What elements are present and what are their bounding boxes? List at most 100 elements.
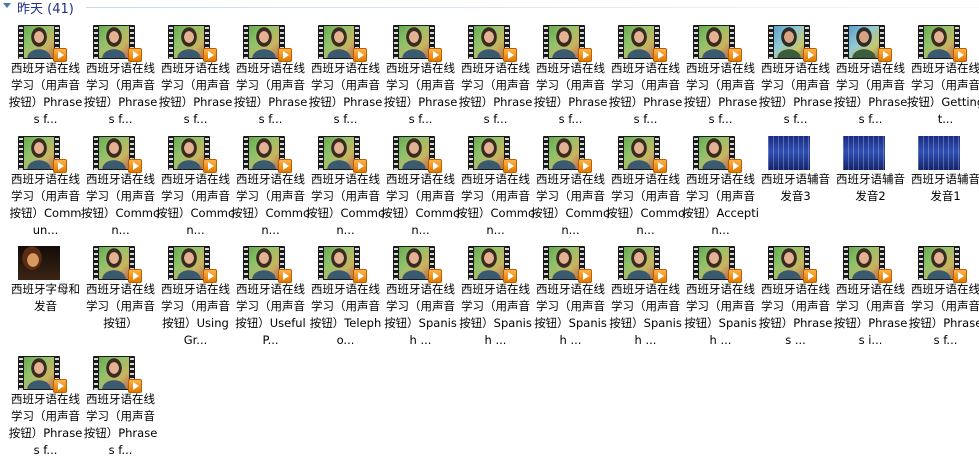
- film-strip-left: [844, 25, 848, 59]
- file-item[interactable]: 西班牙语在线学习（用声音按钮）Phrases f...: [8, 351, 83, 457]
- thumbnail-frame: [474, 247, 504, 279]
- file-item[interactable]: 西班牙语在线学习（用声音按钮）Common...: [306, 131, 385, 237]
- file-name: 西班牙语在线学习（用声音按钮）Phrases f...: [233, 61, 308, 126]
- film-strip-left: [919, 25, 923, 59]
- file-item[interactable]: 西班牙语在线学习（用声音按钮）Phrases f...: [608, 20, 683, 126]
- file-name: 西班牙语在线学习（用声音按钮）: [86, 282, 155, 330]
- file-name: 西班牙语在线学习（用声音按钮）Common...: [306, 172, 385, 237]
- file-name: 西班牙语在线学习（用声音按钮）Common...: [81, 172, 160, 237]
- file-item[interactable]: 西班牙语在线学习（用声音按钮）Common...: [531, 131, 610, 237]
- file-name: 西班牙语在线学习（用声音按钮）Getting t...: [906, 61, 979, 126]
- film-strip-left: [619, 246, 623, 280]
- film-strip-left: [319, 25, 323, 59]
- file-item[interactable]: 西班牙语在线学习（用声音按钮）Phrases f...: [233, 20, 308, 126]
- file-item[interactable]: 西班牙语辅音发音2: [833, 131, 908, 237]
- file-item[interactable]: 西班牙语辅音发音3: [758, 131, 833, 237]
- file-name: 西班牙语在线学习（用声音按钮）Common...: [231, 172, 310, 237]
- file-item[interactable]: 西班牙语在线学习（用声音按钮）Phrases f...: [458, 20, 533, 126]
- file-item[interactable]: 西班牙语在线学习（用声音按钮）Phrases i...: [833, 241, 908, 347]
- file-name: 西班牙语在线学习（用声音按钮）Phrases f...: [308, 61, 383, 126]
- thumbnail-frame: [474, 26, 504, 58]
- film-strip-left: [469, 25, 473, 59]
- film-strip-left: [469, 246, 473, 280]
- file-name: 西班牙语在线学习（用声音按钮）Spanish ...: [609, 282, 682, 347]
- file-name: 西班牙语在线学习（用声音按钮）Using Gr...: [161, 282, 230, 347]
- film-strip-left: [19, 356, 23, 390]
- file-item[interactable]: 西班牙字母和发音: [8, 241, 83, 347]
- film-strip-left: [769, 246, 773, 280]
- file-item[interactable]: 西班牙语在线学习（用声音按钮）Phrases f...: [83, 351, 158, 457]
- film-strip-left: [319, 246, 323, 280]
- file-name: 西班牙语在线学习（用声音按钮）Phrases f...: [458, 61, 533, 126]
- thumbnail-frame: [624, 26, 654, 58]
- file-item[interactable]: 西班牙语在线学习（用声音按钮）Phrases f...: [758, 20, 833, 126]
- file-name: 西班牙语在线学习（用声音按钮）Spanish ...: [534, 282, 607, 347]
- thumbnail-frame: [768, 136, 810, 170]
- file-item[interactable]: 西班牙语在线学习（用声音按钮）Acceptin...: [682, 131, 759, 237]
- file-item[interactable]: 西班牙语在线学习（用声音按钮）Useful P...: [233, 241, 308, 347]
- file-item[interactable]: 西班牙语在线学习（用声音按钮）Common...: [456, 131, 535, 237]
- thumbnail-frame: [774, 247, 804, 279]
- film-strip-left: [619, 136, 623, 170]
- thumbnail-frame: [24, 26, 54, 58]
- file-item[interactable]: 西班牙语在线学习（用声音按钮）Common...: [606, 131, 685, 237]
- file-name: 西班牙语在线学习（用声音按钮）Phrases f...: [8, 61, 83, 126]
- film-strip-left: [544, 246, 548, 280]
- thumbnail-frame: [843, 136, 885, 170]
- file-item[interactable]: 西班牙语在线学习（用声音按钮）: [83, 241, 158, 347]
- thumbnail-frame: [99, 357, 129, 389]
- film-strip-left: [394, 136, 398, 170]
- file-item[interactable]: 西班牙语在线学习（用声音按钮）Common...: [156, 131, 235, 237]
- file-item[interactable]: 西班牙语在线学习（用声音按钮）Common...: [231, 131, 310, 237]
- film-strip-left: [244, 25, 248, 59]
- film-strip-left: [94, 136, 98, 170]
- file-item[interactable]: 西班牙语在线学习（用声音按钮）Phrases f...: [308, 20, 383, 126]
- file-item[interactable]: 西班牙语在线学习（用声音按钮）Spanish ...: [383, 241, 458, 347]
- file-item[interactable]: 西班牙语在线学习（用声音按钮）Phrases f...: [683, 20, 758, 126]
- file-name: 西班牙语在线学习（用声音按钮）Phrases f...: [383, 61, 458, 126]
- file-item[interactable]: 西班牙语辅音发音1: [908, 131, 979, 237]
- thumbnail-frame: [399, 137, 429, 169]
- file-item[interactable]: 西班牙语在线学习（用声音按钮）Phrases f...: [158, 20, 233, 126]
- film-strip-left: [169, 136, 173, 170]
- file-item[interactable]: 西班牙语在线学习（用声音按钮）Getting t...: [906, 20, 979, 126]
- file-item[interactable]: 西班牙语在线学习（用声音按钮）Phrases f...: [908, 241, 979, 347]
- file-name: 西班牙语在线学习（用声音按钮）Common...: [606, 172, 685, 237]
- file-item[interactable]: 西班牙语在线学习（用声音按钮）Phrases ...: [758, 241, 833, 347]
- file-item[interactable]: 西班牙语在线学习（用声音按钮）Commun...: [8, 131, 83, 237]
- thumbnail-frame: [24, 137, 54, 169]
- thumbnail-frame: [174, 26, 204, 58]
- thumbnail-frame: [24, 357, 54, 389]
- thumbnail-frame: [924, 26, 954, 58]
- file-name: 西班牙语在线学习（用声音按钮）Phrases i...: [833, 282, 908, 347]
- film-strip-left: [694, 136, 698, 170]
- file-item[interactable]: 西班牙语在线学习（用声音按钮）Phrases f...: [383, 20, 458, 126]
- file-item[interactable]: 西班牙语在线学习（用声音按钮）Spanish ...: [533, 241, 608, 347]
- file-name: 西班牙语在线学习（用声音按钮）Telepho...: [309, 282, 382, 347]
- file-name: 西班牙语在线学习（用声音按钮）Phrases f...: [833, 61, 908, 126]
- thumbnail-frame: [699, 26, 729, 58]
- file-item[interactable]: 西班牙语在线学习（用声音按钮）Spanish ...: [608, 241, 683, 347]
- file-name: 西班牙语在线学习（用声音按钮）Phrases f...: [908, 282, 979, 347]
- thumbnail-frame: [549, 26, 579, 58]
- file-item[interactable]: 西班牙语在线学习（用声音按钮）Phrases f...: [833, 20, 908, 126]
- file-item[interactable]: 西班牙语在线学习（用声音按钮）Phrases f...: [83, 20, 158, 126]
- file-item[interactable]: 西班牙语在线学习（用声音按钮）Telepho...: [308, 241, 383, 347]
- collapse-arrow-icon[interactable]: [3, 3, 11, 8]
- file-name: 西班牙语辅音发音3: [761, 172, 830, 203]
- file-item[interactable]: 西班牙语在线学习（用声音按钮）Common...: [381, 131, 460, 237]
- file-item[interactable]: 西班牙语在线学习（用声音按钮）Spanish ...: [458, 241, 533, 347]
- thumbnail-frame: [849, 247, 879, 279]
- file-name: 西班牙语在线学习（用声音按钮）Phrases f...: [8, 392, 83, 457]
- thumbnail-frame: [549, 137, 579, 169]
- file-item[interactable]: 西班牙语在线学习（用声音按钮）Phrases f...: [8, 20, 83, 126]
- thumbnail-frame: [99, 247, 129, 279]
- file-item[interactable]: 西班牙语在线学习（用声音按钮）Phrases f...: [533, 20, 608, 126]
- file-item[interactable]: 西班牙语在线学习（用声音按钮）Common...: [81, 131, 160, 237]
- file-name: 西班牙语在线学习（用声音按钮）Acceptin...: [682, 172, 759, 237]
- thumbnail-frame: [99, 26, 129, 58]
- file-item[interactable]: 西班牙语在线学习（用声音按钮）Spanish ...: [683, 241, 758, 347]
- film-strip-left: [544, 136, 548, 170]
- file-item[interactable]: 西班牙语在线学习（用声音按钮）Using Gr...: [158, 241, 233, 347]
- group-header[interactable]: 昨天 (41): [0, 0, 979, 17]
